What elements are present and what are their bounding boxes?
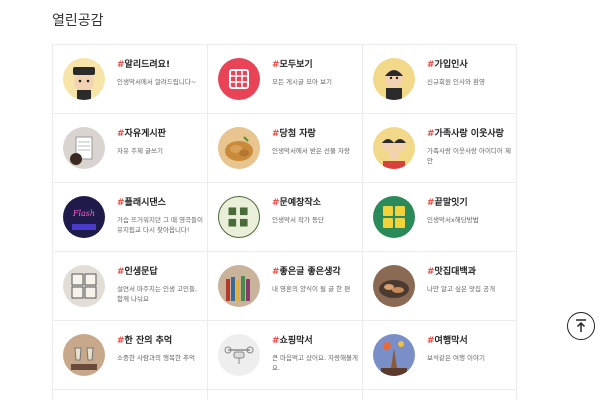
section-title: 열린공감 (52, 13, 104, 29)
hash-mark: # (117, 129, 125, 139)
card-title: 당첨 자랑 (279, 129, 316, 139)
card-desc: 인생막서x해당방법 (427, 216, 479, 224)
next-row-partial (52, 388, 517, 400)
qa-tiles-icon (63, 265, 105, 307)
card-desc: 자유 주제 글쓰기 (117, 147, 163, 155)
partial-cell (362, 388, 517, 400)
hash-mark: # (272, 198, 280, 208)
card-title: 맛집대백과 (434, 267, 476, 277)
card-title: 모두보기 (279, 60, 313, 70)
card-title: 플래시댄스 (124, 198, 166, 208)
hash-mark: # (117, 336, 125, 346)
family-character-icon (373, 127, 415, 169)
card-title: 인생문답 (124, 267, 158, 277)
card-desc: 내 영혼의 양식이 될 글 한 편 (272, 285, 351, 293)
grilled-meat-icon (373, 265, 415, 307)
card-title: 쇼핑막서 (279, 336, 313, 346)
card-title: 한 잔의 추억 (124, 336, 173, 346)
card-desc: 보석같은 여행 이야기 (427, 354, 485, 362)
board-row: Flash #플래시댄스 가슴 뜨거워지던 그 때 영곡들이 유지됩교 다시 찾… (52, 183, 517, 252)
hash-mark: # (272, 129, 280, 139)
card-desc: 인생막서 작가 등단 (272, 216, 324, 224)
greeting-character-icon (373, 58, 415, 100)
board-row: #인생문답 설연서 마주치는 인생 고민들, 함께 나눠요 #좋은글 좋은생각 … (52, 252, 517, 321)
board-card-goodwriting[interactable]: #좋은글 좋은생각 내 영혼의 양식이 될 글 한 편 (207, 252, 362, 320)
board-card-travel[interactable]: #여행막서 보석같은 여행 이야기 (362, 321, 517, 389)
partial-cell (52, 388, 207, 400)
board-card-shopping[interactable]: #쇼핑막서 큰 마음먹고 샀어요. 자랑해볼게요. (207, 321, 362, 389)
fried-chicken-icon (218, 127, 260, 169)
card-desc: 가슴 뜨거워지던 그 때 영곡들이 유지됩교 다시 찾아옵니다! (117, 216, 204, 234)
board-card-all[interactable]: #모두보기 모든 게시글 모아 보기 (207, 45, 362, 113)
hash-mark: # (427, 129, 435, 139)
hash-mark: # (117, 60, 125, 70)
card-desc: 신규회원 인사와 환영 (427, 78, 485, 86)
svg-text:Flash: Flash (72, 209, 95, 218)
card-title: 끝말잇기 (434, 198, 468, 208)
board-card-free[interactable]: #자유게시판 자유 주제 글쓰기 (52, 114, 207, 182)
arrow-up-icon (576, 319, 586, 332)
hash-mark: # (117, 198, 125, 208)
card-desc: 나만 알고 싶은 맛집 공개 (427, 285, 496, 293)
hash-mark: # (427, 60, 435, 70)
card-desc: 설연서 마주치는 인생 고민들, 함께 나눠요 (117, 285, 198, 303)
partial-cell (207, 388, 362, 400)
hash-mark: # (117, 267, 125, 277)
board-card-memories[interactable]: #한 잔의 추억 소중한 사람과의 행복한 추억 (52, 321, 207, 389)
officer-character-icon (63, 58, 105, 100)
board-card-flashdance[interactable]: Flash #플래시댄스 가슴 뜨거워지던 그 때 영곡들이 유지됩교 다시 찾… (52, 183, 207, 251)
literary-workshop-icon (218, 196, 260, 238)
hash-mark: # (272, 60, 280, 70)
card-title: 좋은글 좋은생각 (279, 267, 341, 277)
card-desc: 큰 마음먹고 샀어요. 자랑해볼게요. (272, 354, 359, 372)
board-card-wordchain[interactable]: #끝말잇기 인생막서x해당방법 (362, 183, 517, 251)
board-card-prize[interactable]: #당첨 자랑 인생막서에서 받은 선물 자랑 (207, 114, 362, 182)
board-row: #자유게시판 자유 주제 글쓰기 #당첨 자랑 인생막서에서 받은 선물 자랑 … (52, 114, 517, 183)
board-row: #한 잔의 추억 소중한 사람과의 행복한 추억 #쇼핑막서 큰 마음먹고 샀어… (52, 321, 517, 390)
board-card-family[interactable]: #가족사랑 이웃사랑 가족사랑 이웃사랑 아이디어 제안 (362, 114, 517, 182)
scroll-top-button[interactable] (567, 312, 595, 340)
hash-mark: # (427, 198, 435, 208)
card-desc: 소중한 사람과의 행복한 추억 (117, 354, 195, 362)
books-icon (218, 265, 260, 307)
word-chain-icon (373, 196, 415, 238)
board-card-notice[interactable]: #알리드려요! 인생막서에서 알려드립니다~ (52, 45, 207, 113)
balloon-temple-icon (373, 334, 415, 376)
card-desc: 인생막서에서 알려드립니다~ (117, 78, 197, 86)
card-title: 알리드려요! (124, 60, 171, 70)
hash-mark: # (427, 336, 435, 346)
hash-mark: # (427, 267, 435, 277)
board-card-literary[interactable]: #문예창작소 인생막서 작가 등단 (207, 183, 362, 251)
card-title: 여행막서 (434, 336, 468, 346)
card-desc: 가족사랑 이웃사랑 아이디어 제안 (427, 147, 511, 165)
card-title: 가입인사 (434, 60, 468, 70)
drone-icon (218, 334, 260, 376)
board-row: #알리드려요! 인생막서에서 알려드립니다~ #모두보기 모든 게시글 모아 보… (52, 45, 517, 114)
board-grid: #알리드려요! 인생막서에서 알려드립니다~ #모두보기 모든 게시글 모아 보… (52, 44, 517, 390)
board-card-qa[interactable]: #인생문답 설연서 마주치는 인생 고민들, 함께 나눠요 (52, 252, 207, 320)
notebook-pen-icon (63, 127, 105, 169)
card-desc: 모든 게시글 모아 보기 (272, 78, 333, 86)
hash-mark: # (272, 267, 280, 277)
card-title: 가족사랑 이웃사랑 (434, 129, 504, 139)
card-desc: 인생막서에서 받은 선물 자랑 (272, 147, 350, 155)
flashdance-poster-icon: Flash (63, 196, 105, 238)
card-title: 문예창작소 (279, 198, 321, 208)
board-card-restaurant[interactable]: #맛집대백과 나만 알고 싶은 맛집 공개 (362, 252, 517, 320)
card-title: 자유게시판 (124, 129, 166, 139)
board-card-greeting[interactable]: #가입인사 신규회원 인사와 환영 (362, 45, 517, 113)
toast-glasses-icon (63, 334, 105, 376)
hash-mark: # (272, 336, 280, 346)
grid-all-icon (218, 58, 260, 100)
